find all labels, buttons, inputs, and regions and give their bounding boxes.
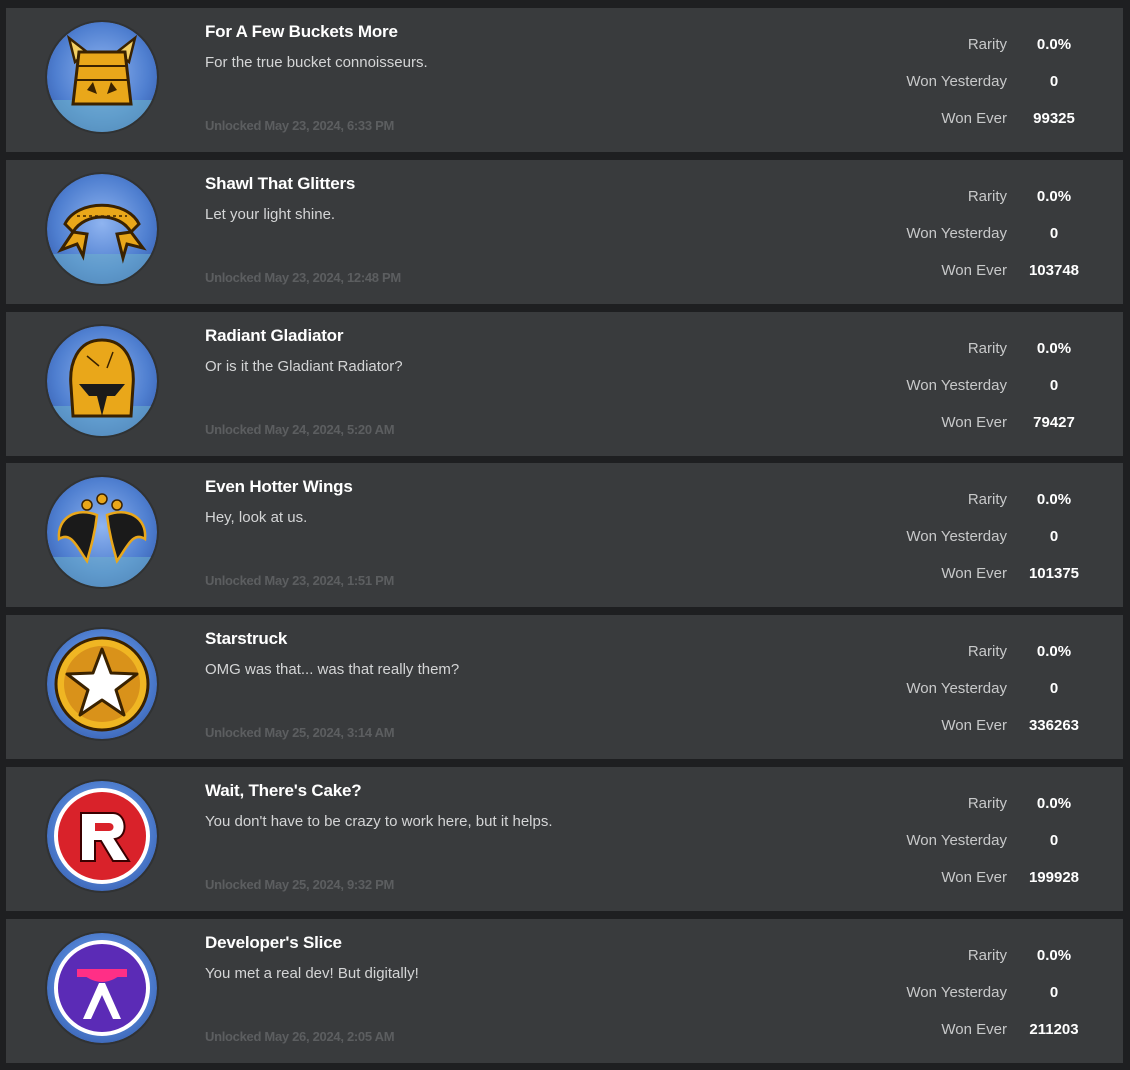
badge-description: For the true bucket connoisseurs. xyxy=(205,54,428,71)
won-ever-value: 79427 xyxy=(1033,414,1075,431)
badge-description: Let your light shine. xyxy=(205,206,336,223)
won-yesterday-label: Won Yesterday xyxy=(906,73,1007,90)
badge-unlocked-date: Unlocked May 25, 2024, 9:32 PM xyxy=(205,877,394,892)
badge-card[interactable]: For A Few Buckets More For the true buck… xyxy=(6,8,1123,152)
won-ever-label: Won Ever xyxy=(941,1021,1007,1038)
rarity-value: 0.0% xyxy=(1036,947,1072,964)
badge-description: Hey, look at us. xyxy=(205,509,308,526)
badge-unlocked-date: Unlocked May 23, 2024, 6:33 PM xyxy=(205,118,394,133)
rarity-value: 0.0% xyxy=(1036,188,1072,205)
rarity-value: 0.0% xyxy=(1036,795,1072,812)
rarity-value: 0.0% xyxy=(1036,36,1072,53)
badge-unlocked-date: Unlocked May 25, 2024, 3:14 AM xyxy=(205,725,395,740)
rarity-label: Rarity xyxy=(967,491,1007,508)
badge-name[interactable]: Shawl That Glitters xyxy=(205,174,355,194)
won-yesterday-value: 0 xyxy=(1049,528,1059,545)
won-ever-label: Won Ever xyxy=(941,110,1007,127)
badge-name[interactable]: Starstruck xyxy=(205,629,287,649)
won-ever-value: 336263 xyxy=(1028,717,1080,734)
won-yesterday-label: Won Yesterday xyxy=(906,832,1007,849)
rarity-label: Rarity xyxy=(967,643,1007,660)
badge-description: You don't have to be crazy to work here,… xyxy=(205,813,553,830)
rarity-label: Rarity xyxy=(967,36,1007,53)
golden-horned-bucket-helmet-icon xyxy=(47,22,157,132)
golden-shawl-icon xyxy=(47,174,157,284)
won-ever-value: 101375 xyxy=(1028,565,1080,582)
badge-unlocked-date: Unlocked May 26, 2024, 2:05 AM xyxy=(205,1029,395,1044)
won-yesterday-value: 0 xyxy=(1049,680,1059,697)
won-ever-value: 103748 xyxy=(1028,262,1080,279)
badge-card[interactable]: Starstruck OMG was that... was that real… xyxy=(6,615,1123,759)
rarity-label: Rarity xyxy=(967,947,1007,964)
won-yesterday-label: Won Yesterday xyxy=(906,680,1007,697)
badge-name[interactable]: Even Hotter Wings xyxy=(205,477,353,497)
badge-card[interactable]: Even Hotter Wings Hey, look at us. Unloc… xyxy=(6,463,1123,607)
badge-unlocked-date: Unlocked May 24, 2024, 5:20 AM xyxy=(205,422,395,437)
rarity-label: Rarity xyxy=(967,340,1007,357)
badge-card[interactable]: Radiant Gladiator Or is it the Gladiant … xyxy=(6,312,1123,456)
won-ever-value: 211203 xyxy=(1029,1021,1079,1038)
badge-description: OMG was that... was that really them? xyxy=(205,661,460,678)
badge-list: For A Few Buckets More For the true buck… xyxy=(0,0,1130,1070)
developer-logo-icon xyxy=(47,933,157,1043)
badge-unlocked-date: Unlocked May 23, 2024, 1:51 PM xyxy=(205,573,394,588)
won-ever-label: Won Ever xyxy=(941,414,1007,431)
won-yesterday-value: 0 xyxy=(1049,73,1059,90)
roblox-r-logo-icon xyxy=(47,781,157,891)
badge-description: You met a real dev! But digitally! xyxy=(205,965,419,982)
badge-description: Or is it the Gladiant Radiator? xyxy=(205,358,403,375)
badge-card[interactable]: Shawl That Glitters Let your light shine… xyxy=(6,160,1123,304)
won-ever-value: 199928 xyxy=(1028,869,1080,886)
rarity-value: 0.0% xyxy=(1036,491,1072,508)
won-ever-label: Won Ever xyxy=(941,869,1007,886)
won-yesterday-label: Won Yesterday xyxy=(906,377,1007,394)
badge-card[interactable]: Developer's Slice You met a real dev! Bu… xyxy=(6,919,1123,1063)
badge-name[interactable]: For A Few Buckets More xyxy=(205,22,398,42)
won-ever-label: Won Ever xyxy=(941,262,1007,279)
golden-wings-icon xyxy=(47,477,157,587)
won-yesterday-label: Won Yesterday xyxy=(906,225,1007,242)
star-icon xyxy=(47,629,157,739)
badge-card[interactable]: Wait, There's Cake? You don't have to be… xyxy=(6,767,1123,911)
won-yesterday-value: 0 xyxy=(1049,984,1059,1001)
badge-name[interactable]: Developer's Slice xyxy=(205,933,342,953)
won-yesterday-label: Won Yesterday xyxy=(906,984,1007,1001)
rarity-value: 0.0% xyxy=(1036,643,1072,660)
rarity-value: 0.0% xyxy=(1036,340,1072,357)
won-yesterday-value: 0 xyxy=(1049,377,1059,394)
golden-gladiator-helmet-icon xyxy=(47,326,157,436)
badge-unlocked-date: Unlocked May 23, 2024, 12:48 PM xyxy=(205,270,401,285)
won-yesterday-value: 0 xyxy=(1049,225,1059,242)
rarity-label: Rarity xyxy=(967,795,1007,812)
rarity-label: Rarity xyxy=(967,188,1007,205)
won-ever-label: Won Ever xyxy=(941,717,1007,734)
won-ever-label: Won Ever xyxy=(941,565,1007,582)
won-yesterday-label: Won Yesterday xyxy=(906,528,1007,545)
won-yesterday-value: 0 xyxy=(1049,832,1059,849)
won-ever-value: 99325 xyxy=(1033,110,1075,127)
badge-name[interactable]: Radiant Gladiator xyxy=(205,326,343,346)
badge-name[interactable]: Wait, There's Cake? xyxy=(205,781,362,801)
